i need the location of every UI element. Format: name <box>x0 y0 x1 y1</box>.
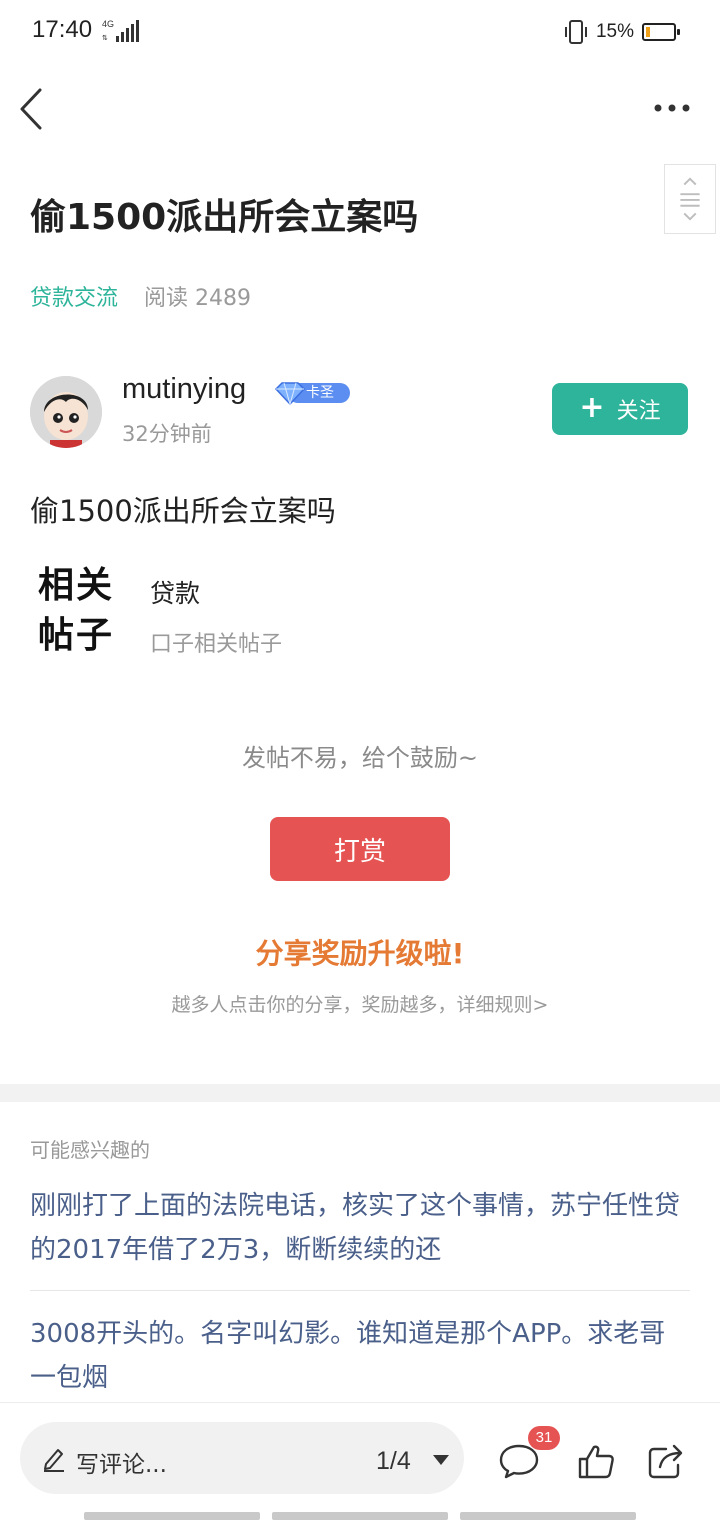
gesture-bar <box>272 1512 448 1520</box>
follow-label: 关注 <box>616 399 661 424</box>
svg-text:⇅: ⇅ <box>102 34 108 42</box>
read-count: 阅读 2489 <box>144 286 251 311</box>
battery-level-fill <box>646 27 650 37</box>
share-promo-title: 分享奖励升级啦! <box>255 937 465 970</box>
post-body: 偷1500派出所会立案吗 <box>30 494 336 528</box>
network-type-label: 4G <box>102 19 114 29</box>
follow-button[interactable]: + 关注 <box>552 383 688 435</box>
avatar-image <box>30 376 102 448</box>
vibrate-icon <box>564 20 587 44</box>
reward-button[interactable]: 打赏 <box>270 817 450 881</box>
page-indicator[interactable]: 1/4 <box>376 1447 411 1476</box>
battery-percent: 15% <box>595 21 634 42</box>
interest-section-label: 可能感兴趣的 <box>30 1138 150 1162</box>
share-icon[interactable] <box>646 1441 686 1481</box>
chevron-left-icon[interactable] <box>14 84 54 134</box>
more-dots-icon[interactable] <box>652 92 692 124</box>
thumbs-up-icon[interactable] <box>576 1441 616 1481</box>
status-bar: 17:40 4G ⇅ 15% <box>0 0 720 62</box>
interest-item[interactable]: 3008开头的。名字叫幻影。谁知道是那个APP。求老哥 一包烟 <box>30 1312 696 1400</box>
signal-icon: 4G ⇅ <box>102 19 139 42</box>
post-time: 32分钟前 <box>122 422 212 446</box>
post-meta: 贷款交流 阅读 2489 <box>30 280 251 312</box>
related-mark-line2: 帖子 <box>38 614 115 656</box>
gesture-bar <box>84 1512 260 1520</box>
share-rules-link[interactable]: 越多人点击你的分享，奖励越多，详细规则> <box>0 990 720 1017</box>
interest-item[interactable]: 刚刚打了上面的法院电话，核实了这个事情，苏宁任性贷的2017年借了2万3，断断续… <box>30 1184 696 1272</box>
status-right: 15% <box>564 18 680 46</box>
caret-down-icon[interactable] <box>432 1454 450 1466</box>
author-name[interactable]: mutinying <box>122 373 246 406</box>
category-link[interactable]: 贷款交流 <box>30 280 118 312</box>
related-topic[interactable]: 贷款 <box>150 574 200 610</box>
comment-count-badge: 31 <box>528 1426 560 1450</box>
pen-icon <box>44 1449 64 1472</box>
status-time: 17:40 <box>32 16 93 43</box>
plus-icon: + <box>579 389 605 425</box>
gesture-bar <box>460 1512 636 1520</box>
badge-label: 卡圣 <box>306 385 334 401</box>
related-mark-line1: 相关 <box>38 564 115 606</box>
reward-prompt: 发帖不易，给个鼓励~ <box>241 744 479 772</box>
comment-placeholder: 写评论... <box>76 1452 167 1478</box>
avatar[interactable] <box>30 376 102 448</box>
related-posts-mark: 相关 帖子 <box>38 560 122 660</box>
list-divider <box>30 1290 690 1291</box>
section-divider <box>0 1084 720 1102</box>
battery-icon <box>642 23 680 41</box>
related-subtitle[interactable]: 口子相关帖子 <box>150 626 282 658</box>
scroll-handle-icon[interactable] <box>664 164 716 234</box>
post-title: 偷1500派出所会立案吗 <box>30 197 419 238</box>
